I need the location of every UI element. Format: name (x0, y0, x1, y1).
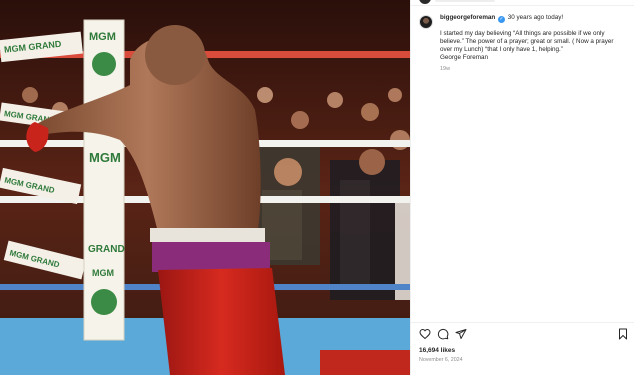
caption-body: biggeorgeforeman ✓ 30 years ago today! I… (440, 14, 627, 73)
share-icon[interactable] (455, 328, 467, 340)
username-link[interactable]: biggeorgeforeman (440, 14, 495, 21)
corner-pad-text: MGM (89, 150, 121, 165)
verified-badge-icon: ✓ (498, 16, 506, 23)
bookmark-icon[interactable] (617, 328, 629, 340)
corner-pad-text: GRAND (88, 244, 125, 255)
caption-text: I started my day believing “All things a… (440, 30, 614, 61)
caption-header: biggeorgeforeman ✓ 30 years ago today! (440, 14, 627, 23)
corner-pad-text: MGM (89, 31, 116, 43)
post-date: November 6, 2024 (419, 357, 463, 363)
post-actions (419, 328, 629, 340)
post-side-panel: biggeorgeforeman ✓ 30 years ago today! I… (410, 0, 634, 375)
avatar[interactable] (419, 15, 433, 29)
truncated-text (435, 0, 495, 2)
avatar[interactable] (419, 0, 431, 4)
post-image[interactable]: MGM GRAND MGM GRAND MGM GRAND MGM GRAND … (0, 0, 410, 375)
heart-icon[interactable] (419, 328, 431, 340)
actions-divider (411, 322, 634, 323)
post-time-ago[interactable]: 19w (440, 65, 627, 73)
comment-icon[interactable] (437, 328, 449, 340)
caption-header-text: 30 years ago today! (507, 14, 564, 21)
caption-comment: biggeorgeforeman ✓ 30 years ago today! I… (419, 14, 627, 73)
boxing-photo: MGM GRAND MGM GRAND MGM GRAND MGM GRAND … (0, 0, 410, 375)
likes-count[interactable]: 16,694 likes (419, 347, 455, 354)
previous-comment-strip (411, 0, 634, 6)
corner-pad-text: MGM (92, 268, 114, 278)
